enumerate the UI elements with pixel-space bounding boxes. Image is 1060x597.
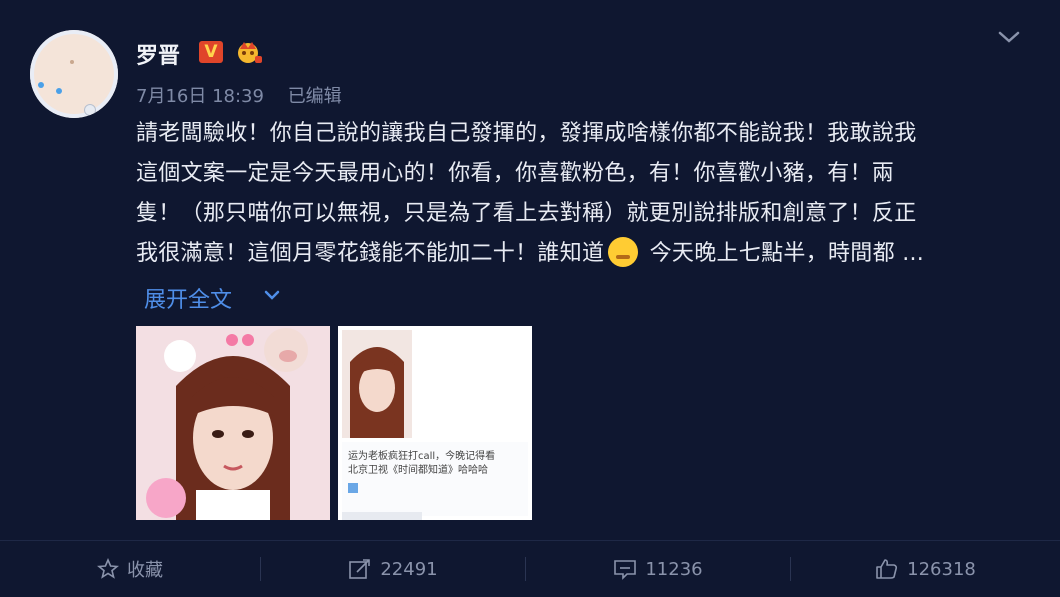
username[interactable]: 罗晋 <box>136 38 180 70</box>
crown-badge-icon <box>238 42 262 63</box>
favorite-label: 收藏 <box>127 560 163 581</box>
favorite-button[interactable]: 收藏 <box>0 541 260 597</box>
expand-full-text-link[interactable]: 展开全文 <box>144 282 232 314</box>
star-icon <box>97 558 119 579</box>
post-timestamp[interactable]: 7月16日 18:39 <box>136 86 264 107</box>
post-text-line: 我很滿意！這個月零花錢能不能加二十！誰知道 <box>136 241 605 266</box>
repost-button[interactable]: 22491 <box>261 541 525 597</box>
post-image-1[interactable] <box>136 326 330 520</box>
edited-label: 已编辑 <box>287 86 342 107</box>
image-caption: 运为老板疯狂打call，今晚记得看 北京卫视《时间都知道》哈哈哈 <box>348 451 496 476</box>
comment-button[interactable]: 11236 <box>526 541 790 597</box>
post-text-line: 請老闆驗收！你自己說的讓我自己發揮的，發揮成啥樣你都不能說我！我敢說我 <box>136 121 917 146</box>
like-count: 126318 <box>907 558 976 580</box>
post-text-line: 隻！（那只喵你可以無視，只是為了看上去對稱）就更別說排版和創意了！反正 <box>136 201 917 226</box>
thumbs-up-icon <box>876 559 898 579</box>
weibo-post-card: 罗晋 V 7月16日 18:39 已编辑 請老闆驗收！你自己說的讓我自己發揮的，… <box>0 0 1060 540</box>
chevron-down-icon[interactable] <box>262 286 282 304</box>
portrait-image <box>136 326 330 520</box>
post-text-line: 這個文案一定是今天最用心的！你看，你喜歡粉色，有！你喜歡小豬，有！兩 <box>136 161 895 186</box>
post-meta: 7月16日 18:39 已编辑 <box>136 82 360 108</box>
chevron-down-icon[interactable] <box>996 26 1022 48</box>
screenshot-image <box>338 326 532 520</box>
wondering-emoji-icon <box>608 237 639 267</box>
repost-count: 22491 <box>380 558 438 580</box>
post-image-2[interactable]: 运为老板疯狂打call，今晚记得看 北京卫视《时间都知道》哈哈哈 <box>338 326 532 520</box>
avatar[interactable] <box>30 30 118 118</box>
like-button[interactable]: 126318 <box>791 541 1060 597</box>
repost-icon <box>349 559 371 579</box>
verified-v-badge-icon: V <box>199 41 223 63</box>
comment-count: 11236 <box>645 558 703 580</box>
post-text-line-last: 我很滿意！這個月零花錢能不能加二十！誰知道 今天晚上七點半，時間都 ... <box>136 234 1016 274</box>
post-text-tail: 今天晚上七點半，時間都 ... <box>642 241 925 266</box>
action-bar: 收藏 22491 11236 126318 <box>0 540 1060 597</box>
comment-icon <box>614 560 637 580</box>
post-text: 請老闆驗收！你自己說的讓我自己發揮的，發揮成啥樣你都不能說我！我敢說我 這個文案… <box>136 114 1016 274</box>
